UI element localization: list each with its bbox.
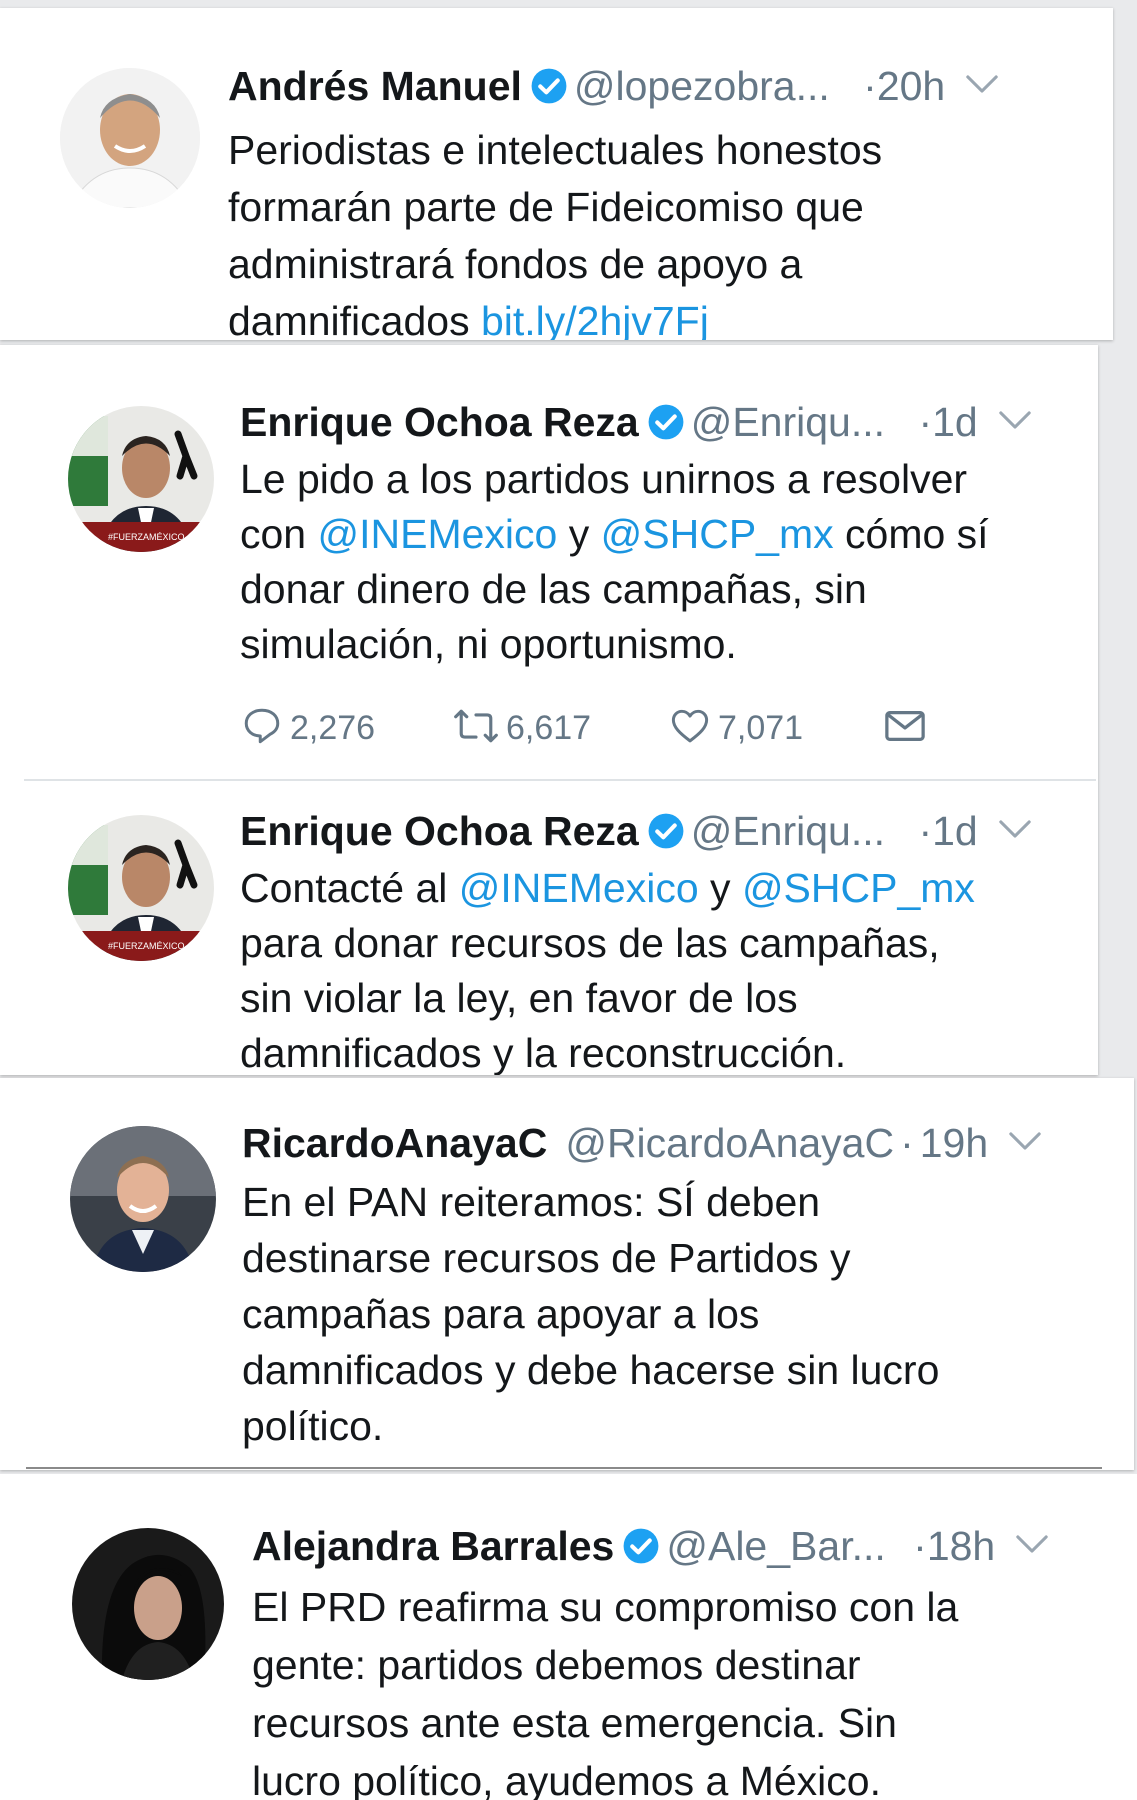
tweet-line: El PRD reafirma su compromiso con la	[252, 1584, 959, 1630]
verified-badge-icon	[647, 403, 685, 441]
chevron-down-icon[interactable]	[998, 819, 1032, 839]
heart-icon	[671, 709, 709, 743]
tweet-line: damnificados y la reconstrucción.	[240, 1030, 847, 1075]
tweet-card: RicardoAnayaC @RicardoAnayaC · 19h En el PA…	[0, 1078, 1134, 1470]
tweet-text-segment: con	[240, 511, 318, 557]
mention-link[interactable]: @INEMexico	[318, 511, 558, 557]
author-name[interactable]: Alejandra Barrales	[252, 1523, 614, 1569]
tweet-link[interactable]: bit.ly/2hjv7Fj	[481, 298, 709, 340]
tweet-line: recursos ante esta emergencia. Sin	[252, 1700, 897, 1746]
tweet-line: administrará fondos de apoyo a	[228, 241, 803, 287]
tweet-text: En el PAN reiteramos: SÍ deben destinars…	[242, 1174, 939, 1454]
verified-badge-icon	[622, 1527, 660, 1565]
tweet-line: campañas para apoyar a los	[242, 1291, 760, 1337]
avatar[interactable]	[60, 68, 200, 208]
tweet-actions: 2,276 6,617 7,071	[240, 705, 980, 755]
tweet-line: gente: partidos debemos destinar	[252, 1642, 861, 1688]
tweet-text-segment: cómo sí	[833, 511, 989, 557]
separator: ·	[918, 399, 933, 445]
tweet-line: lucro político, ayudemos a México.	[252, 1758, 881, 1800]
author-name[interactable]: RicardoAnayaC	[242, 1120, 547, 1166]
tweet-text-segment: y	[557, 511, 601, 557]
retweet-count: 6,617	[506, 709, 592, 747]
tweet-text-segment: y	[698, 865, 742, 911]
avatar[interactable]	[70, 1126, 216, 1272]
tweet-line: formarán parte de Fideicomiso que	[228, 184, 864, 230]
tweet[interactable]: #FUERZAMÉXICO Enrique Ochoa Reza @Enriqu.…	[0, 781, 1098, 1075]
tweet[interactable]: Alejandra Barrales @Ale_Bar... ·18h El PR…	[0, 1474, 1137, 1800]
author-handle[interactable]: @lopezobra...	[574, 63, 830, 109]
tweet-line: sin violar la ley, en favor de los	[240, 975, 798, 1021]
verified-badge-icon	[647, 812, 685, 850]
tweet-text: Periodistas e intelectuales honestos for…	[228, 122, 882, 340]
tweet[interactable]: Andrés Manuel @lopezobra... ·20h Periodis…	[0, 8, 1113, 340]
timestamp[interactable]: 1d	[932, 399, 978, 445]
like-count: 7,071	[718, 709, 804, 747]
avatar[interactable]: #FUERZAMÉXICO	[68, 406, 214, 552]
tweet-card: Alejandra Barrales @Ale_Bar... ·18h El PR…	[0, 1474, 1137, 1800]
avatar[interactable]: #FUERZAMÉXICO	[68, 815, 214, 961]
author-handle[interactable]: @Ale_Bar...	[666, 1523, 885, 1569]
tweet-header: Alejandra Barrales @Ale_Bar... ·18h	[252, 1522, 1049, 1570]
tweet-line: Periodistas e intelectuales honestos	[228, 127, 883, 173]
author-handle[interactable]: @RicardoAnayaC	[565, 1120, 894, 1166]
tweet-line: para donar recursos de las campañas,	[240, 920, 940, 966]
chevron-down-icon[interactable]	[1015, 1534, 1049, 1554]
svg-text:#FUERZAMÉXICO: #FUERZAMÉXICO	[108, 941, 185, 951]
tweet-text: El PRD reafirma su compromiso con la gen…	[252, 1578, 958, 1800]
reply-icon	[244, 708, 280, 744]
card-divider	[26, 1467, 1102, 1469]
mention-link[interactable]: @INEMexico	[459, 865, 699, 911]
retweet-button[interactable]: 6,617	[452, 705, 591, 748]
mention-link[interactable]: @SHCP_mx	[601, 511, 834, 557]
timestamp[interactable]: 19h	[920, 1120, 988, 1166]
mention-link[interactable]: @SHCP_mx	[742, 865, 975, 911]
tweet-line: damnificados	[228, 298, 481, 340]
timestamp[interactable]: 18h	[927, 1523, 995, 1569]
tweet-text-segment: Contacté al	[240, 865, 459, 911]
separator: ·	[918, 808, 933, 854]
tweet-header: Andrés Manuel @lopezobra... ·20h	[228, 62, 999, 110]
timestamp[interactable]: 1d	[932, 808, 978, 854]
retweet-icon	[454, 709, 498, 743]
separator: ·	[913, 1523, 927, 1569]
tweet-text: Le pido a los partidos unirnos a resolve…	[240, 452, 989, 672]
svg-text:#FUERZAMÉXICO: #FUERZAMÉXICO	[108, 532, 185, 542]
chevron-down-icon[interactable]	[965, 74, 999, 94]
tweet-header: RicardoAnayaC @RicardoAnayaC · 19h	[242, 1119, 1042, 1167]
tweet[interactable]: #FUERZAMÉXICO Enrique Ochoa Reza @Enriqu.…	[0, 345, 1098, 781]
reply-button[interactable]: 2,276	[240, 705, 375, 748]
tweet-card: #FUERZAMÉXICO Enrique Ochoa Reza @Enriqu.…	[0, 345, 1098, 1075]
author-name[interactable]: Andrés Manuel	[228, 63, 522, 109]
author-name[interactable]: Enrique Ochoa Reza	[240, 808, 639, 854]
chevron-down-icon[interactable]	[1008, 1131, 1042, 1151]
author-handle[interactable]: @Enriqu...	[691, 399, 885, 445]
tweet-line: damnificados y debe hacerse sin lucro	[242, 1347, 940, 1393]
avatar[interactable]	[72, 1528, 224, 1680]
like-button[interactable]: 7,071	[668, 705, 803, 748]
tweet-line: Le pido a los partidos unirnos a resolve…	[240, 456, 968, 502]
tweet-line: simulación, ni oportunismo.	[240, 621, 737, 667]
tweet-line: donar dinero de las campañas, sin	[240, 566, 867, 612]
tweet-line: En el PAN reiteramos: SÍ deben	[242, 1179, 821, 1225]
author-name[interactable]: Enrique Ochoa Reza	[240, 399, 639, 445]
timestamp[interactable]: 20h	[877, 63, 945, 109]
separator: ·	[900, 1120, 914, 1166]
verified-badge-icon	[530, 67, 568, 105]
tweet-line: destinarse recursos de Partidos y	[242, 1235, 851, 1281]
envelope-icon	[885, 711, 925, 741]
author-handle[interactable]: @Enriqu...	[691, 808, 885, 854]
reply-count: 2,276	[290, 709, 376, 747]
tweet-header: Enrique Ochoa Reza @Enriqu... ·1d	[240, 398, 1032, 446]
tweet-text: Contacté al @INEMexico y @SHCP_mx para d…	[240, 861, 975, 1075]
tweet-header: Enrique Ochoa Reza @Enriqu... ·1d	[240, 807, 1032, 855]
direct-message-button[interactable]	[882, 705, 934, 748]
chevron-down-icon[interactable]	[998, 410, 1032, 430]
tweet[interactable]: RicardoAnayaC @RicardoAnayaC · 19h En el PA…	[0, 1078, 1134, 1470]
tweet-line: político.	[242, 1403, 384, 1449]
separator: ·	[863, 63, 877, 109]
tweet-card: Andrés Manuel @lopezobra... ·20h Periodis…	[0, 8, 1113, 340]
